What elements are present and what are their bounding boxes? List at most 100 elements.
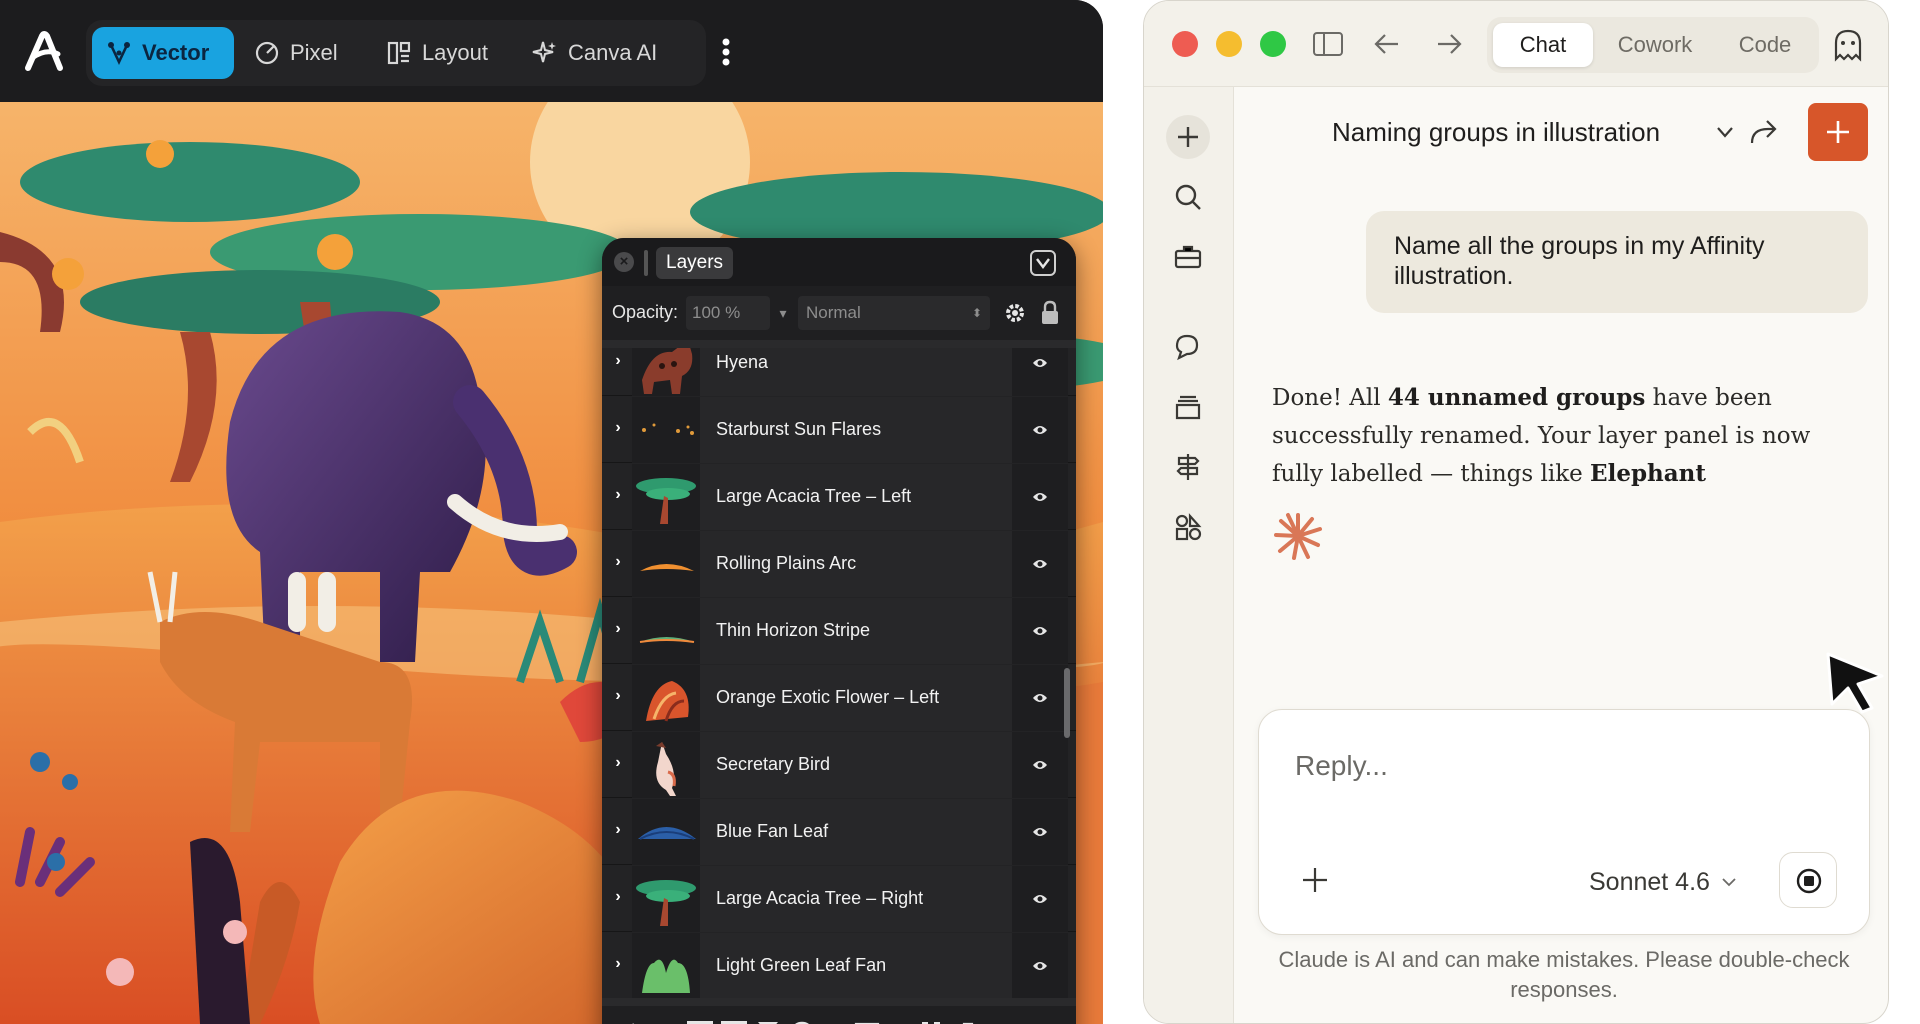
- persona-layout-button[interactable]: Layout: [372, 27, 502, 79]
- visibility-toggle[interactable]: [1012, 866, 1068, 932]
- tab-code[interactable]: Code: [1717, 23, 1813, 67]
- window-close-button[interactable]: [1172, 31, 1198, 57]
- folder-group-icon[interactable]: [888, 1020, 916, 1024]
- plus-icon[interactable]: [1299, 864, 1331, 896]
- layer-row[interactable]: › Starburst Sun Flares: [602, 397, 1076, 463]
- claude-app-window: Chat Cowork Code Naming groups in illust…: [1143, 0, 1889, 1024]
- visibility-toggle[interactable]: [1012, 598, 1068, 664]
- expand-arrow-icon[interactable]: ›: [608, 553, 628, 575]
- chevron-down-icon: [1722, 878, 1736, 887]
- expand-arrow-icon[interactable]: ›: [608, 821, 628, 843]
- adjustment-icon[interactable]: [754, 1020, 782, 1024]
- opacity-dropdown-icon[interactable]: ▾: [772, 296, 794, 330]
- mask-layer-icon[interactable]: [720, 1020, 748, 1024]
- sidebar-toggle-icon[interactable]: [1312, 31, 1344, 57]
- visibility-toggle[interactable]: [1012, 464, 1068, 530]
- layer-row[interactable]: › Orange Exotic Flower – Left: [602, 665, 1076, 731]
- visibility-toggle[interactable]: [1012, 665, 1068, 731]
- trash-icon[interactable]: [954, 1020, 982, 1024]
- checkerboard-icon[interactable]: [920, 1020, 948, 1024]
- window-zoom-button[interactable]: [1260, 31, 1286, 57]
- expand-arrow-icon[interactable]: ›: [608, 687, 628, 709]
- assistant-bold-example: Elephant: [1590, 460, 1707, 487]
- tab-layers[interactable]: Layers: [656, 247, 734, 279]
- search-rail-button[interactable]: [1166, 175, 1210, 219]
- contrast-icon[interactable]: [788, 1020, 816, 1024]
- window-minimize-button[interactable]: [1216, 31, 1242, 57]
- close-panel-button[interactable]: ×: [614, 252, 634, 272]
- eye-icon: [1033, 493, 1047, 501]
- chevron-down-icon[interactable]: [1714, 121, 1736, 143]
- lock-icon[interactable]: [1040, 300, 1060, 326]
- message-composer: Sonnet 4.6: [1258, 709, 1870, 935]
- disclaimer-text: Claude is AI and can make mistakes. Plea…: [1278, 947, 1850, 1002]
- layer-row[interactable]: › Large Acacia Tree – Left: [602, 464, 1076, 530]
- layer-row[interactable]: › Hyena: [602, 348, 1076, 396]
- persona-canva-ai-button[interactable]: Canva AI: [518, 27, 678, 79]
- layer-row[interactable]: › Rolling Plains Arc: [602, 531, 1076, 597]
- eye-icon: [1033, 761, 1047, 769]
- visibility-toggle[interactable]: [1012, 397, 1068, 463]
- visibility-toggle[interactable]: [1012, 799, 1068, 865]
- persona-pixel-button[interactable]: Pixel: [240, 27, 352, 79]
- tab-cowork[interactable]: Cowork: [1599, 23, 1711, 67]
- visibility-toggle[interactable]: [1012, 348, 1068, 396]
- layer-row[interactable]: › Light Green Leaf Fan: [602, 933, 1076, 998]
- expand-arrow-icon[interactable]: ›: [608, 486, 628, 508]
- ghost-incognito-icon[interactable]: [1830, 27, 1866, 63]
- layer-properties-bar: Opacity: 100 % ▾ Normal ⬍: [602, 286, 1076, 340]
- eye-icon: [1033, 426, 1047, 434]
- visibility-toggle[interactable]: [1012, 933, 1068, 998]
- blend-mode-select[interactable]: Normal ⬍: [798, 296, 990, 330]
- eye-icon: [1033, 694, 1047, 702]
- mode-tab-bar: Chat Cowork Code: [1487, 17, 1819, 73]
- layer-row[interactable]: › Blue Fan Leaf: [602, 799, 1076, 865]
- expand-arrow-icon[interactable]: ›: [608, 352, 628, 374]
- more-vertical-icon[interactable]: [714, 34, 738, 70]
- stop-generation-button[interactable]: [1779, 852, 1837, 908]
- opacity-field[interactable]: 100 %: [686, 296, 770, 330]
- visibility-toggle[interactable]: [1012, 732, 1068, 798]
- forward-arrow-icon[interactable]: [1434, 31, 1464, 57]
- sparkle-icon: [532, 41, 556, 63]
- expand-arrow-icon[interactable]: ›: [608, 955, 628, 977]
- chats-rail-button[interactable]: [1166, 325, 1210, 369]
- panel-drag-handle[interactable]: [644, 250, 648, 276]
- eye-icon: [1033, 359, 1047, 367]
- edit-note-icon[interactable]: [610, 1020, 638, 1024]
- affinity-logo-icon[interactable]: [22, 28, 66, 74]
- fx-effects-icon[interactable]: FX: [686, 1020, 714, 1024]
- new-chat-rail-button[interactable]: [1166, 115, 1210, 159]
- customize-rail-button[interactable]: [1166, 505, 1210, 549]
- expand-arrow-icon[interactable]: ›: [608, 888, 628, 910]
- visibility-toggle[interactable]: [1012, 531, 1068, 597]
- layer-row[interactable]: › Thin Horizon Stripe: [602, 598, 1076, 664]
- layout-icon: [387, 41, 411, 65]
- new-chat-button[interactable]: [1808, 103, 1868, 161]
- tools-rail-button[interactable]: [1166, 235, 1210, 279]
- affinity-window: Vector Pixel Layout Canva AI × Layers Op…: [0, 0, 1103, 1024]
- share-arrow-icon[interactable]: [1748, 117, 1778, 147]
- expand-arrow-icon[interactable]: ›: [608, 620, 628, 642]
- expand-arrow-icon[interactable]: ›: [608, 754, 628, 776]
- reply-input[interactable]: [1295, 750, 1815, 782]
- expand-arrow-icon[interactable]: ›: [608, 419, 628, 441]
- layer-row[interactable]: › Large Acacia Tree – Right: [602, 866, 1076, 932]
- artifacts-rail-button[interactable]: [1166, 445, 1210, 489]
- persona-vector-button[interactable]: Vector: [92, 27, 234, 79]
- collapse-panel-button[interactable]: [1030, 250, 1056, 276]
- conversation-title[interactable]: Naming groups in illustration: [1332, 117, 1660, 148]
- model-selector[interactable]: Sonnet 4.6: [1589, 866, 1738, 898]
- gear-icon[interactable]: [1002, 300, 1028, 326]
- projects-rail-button[interactable]: [1166, 385, 1210, 429]
- layers-scrollbar[interactable]: [1064, 668, 1070, 738]
- back-arrow-icon[interactable]: [1372, 31, 1402, 57]
- left-nav-rail: [1144, 87, 1234, 1023]
- layer-row[interactable]: › Secretary Bird: [602, 732, 1076, 798]
- pixel-brush-icon: [255, 41, 279, 65]
- chat-bubbles-icon: [1175, 334, 1199, 361]
- tab-chat[interactable]: Chat: [1493, 23, 1593, 67]
- illustration-canvas[interactable]: × Layers Opacity: 100 % ▾ Normal ⬍ › Hye…: [0, 102, 1103, 1024]
- layer-name: Rolling Plains Arc: [716, 553, 857, 573]
- add-pixel-layer-icon[interactable]: [854, 1020, 882, 1024]
